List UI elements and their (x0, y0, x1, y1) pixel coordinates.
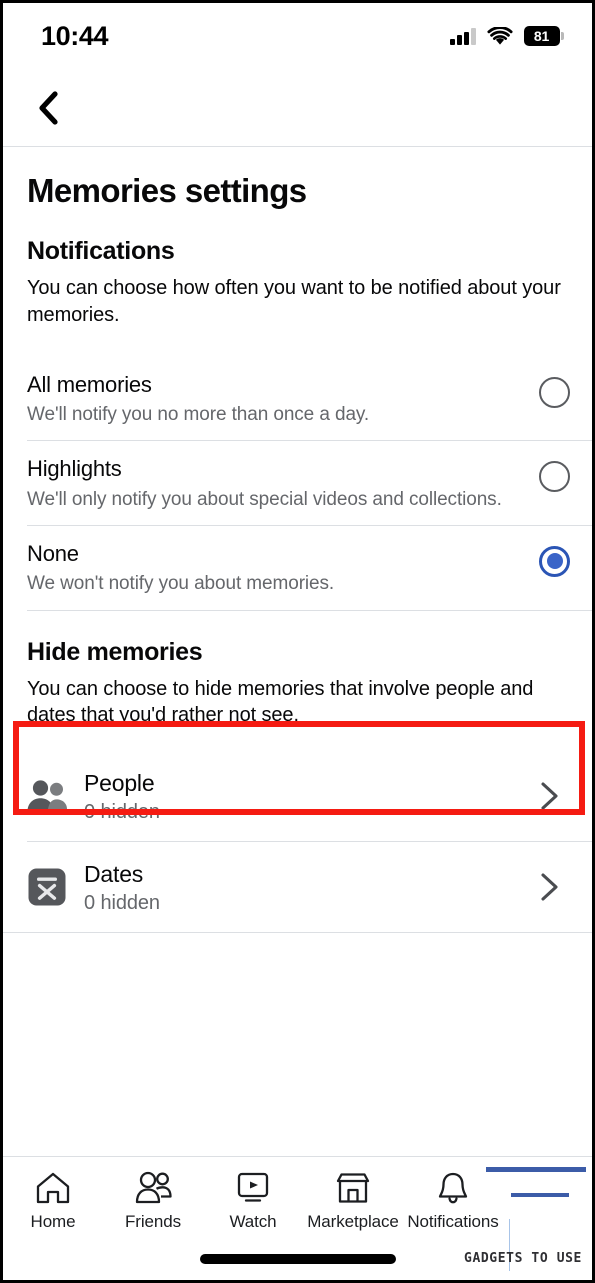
chevron-left-icon (39, 90, 58, 125)
option-subtitle: We'll only notify you about special vide… (27, 488, 502, 510)
row-subtitle: 0 hidden (84, 891, 160, 914)
status-time: 10:44 (41, 20, 109, 51)
friends-icon (135, 1171, 172, 1204)
tab-friends[interactable]: Friends (103, 1171, 203, 1232)
tab-label: Watch (229, 1212, 277, 1231)
option-none[interactable]: None We won't notify you about memories. (3, 526, 592, 610)
battery-level-label: 81 (533, 28, 550, 44)
watch-video-icon (237, 1172, 269, 1202)
bell-icon (438, 1172, 468, 1204)
tab-notifications[interactable]: Notifications (403, 1171, 503, 1232)
tab-watch[interactable]: Watch (203, 1171, 303, 1232)
status-bar: 10:44 81 (3, 3, 592, 69)
option-title: Highlights (27, 456, 122, 482)
back-button[interactable] (25, 85, 71, 131)
option-title: None (27, 540, 79, 566)
navigation-bar (3, 69, 592, 146)
status-indicators: 81 (450, 26, 564, 46)
hide-memories-heading: Hide memories (27, 637, 203, 666)
notifications-description: You can choose how often you want to be … (27, 276, 561, 326)
hide-list-bottom-divider (3, 932, 592, 934)
tabbar: Home Friends Watch Marketplace Notificat… (3, 1157, 503, 1232)
option-highlights[interactable]: Highlights We'll only notify you about s… (3, 441, 592, 525)
tab-label: Home (30, 1212, 76, 1231)
hide-memories-description: You can choose to hide memories that inv… (27, 677, 534, 727)
tab-marketplace[interactable]: Marketplace (303, 1171, 403, 1232)
marketplace-store-icon (336, 1173, 370, 1203)
option-subtitle: We won't notify you about memories. (27, 573, 335, 595)
calendar-x-icon (25, 865, 69, 909)
option-subtitle: We'll notify you no more than once a day… (27, 404, 370, 426)
people-icon (25, 774, 69, 818)
option-all-memories[interactable]: All memories We'll notify you no more th… (3, 357, 592, 441)
watermark-label: GADGETS TO USE (464, 1251, 582, 1266)
cellular-signal-icon (450, 27, 476, 45)
hide-row-people[interactable]: People 0 hidden (3, 751, 592, 842)
battery-icon: 81 (523, 26, 564, 46)
chevron-right-icon (541, 873, 558, 901)
option-title: All memories (27, 371, 152, 397)
wifi-icon (486, 26, 513, 45)
radio-all-memories[interactable] (539, 376, 570, 408)
settings-content: Memories settings Notifications You can … (3, 147, 592, 1280)
row-subtitle: 0 hidden (84, 800, 160, 823)
tab-label: Notifications (407, 1212, 499, 1231)
radio-none[interactable] (539, 545, 570, 577)
row-title: People (84, 769, 155, 796)
page-title: Memories settings (27, 172, 307, 209)
radio-highlights[interactable] (539, 461, 570, 493)
watermark-bar-bottom (511, 1193, 569, 1197)
row-title: Dates (84, 860, 144, 887)
tab-label: Marketplace (307, 1212, 399, 1231)
notifications-heading: Notifications (27, 236, 175, 265)
hide-row-dates[interactable]: Dates 0 hidden (3, 842, 592, 933)
phone-screen: 10:44 81 Memories settings Notifications… (0, 0, 595, 1283)
watermark-bar-top (486, 1167, 586, 1172)
tab-home[interactable]: Home (3, 1171, 103, 1232)
hide-memories-list: People 0 hidden Dates 0 hidden (3, 751, 592, 934)
chevron-right-icon (541, 782, 558, 810)
tab-label: Friends (125, 1212, 181, 1231)
notification-options-group: All memories We'll notify you no more th… (3, 357, 592, 611)
home-icon (36, 1172, 70, 1204)
home-indicator (199, 1254, 396, 1264)
